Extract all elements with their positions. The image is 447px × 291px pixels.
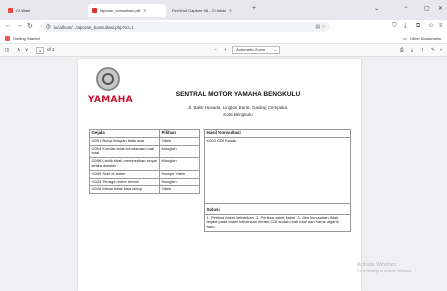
minimize-icon[interactable]: − <box>404 5 408 11</box>
choice-cell: Mungkin <box>159 144 200 159</box>
new-tab-button[interactable]: + <box>252 5 256 12</box>
zoom-in-button[interactable]: + <box>224 47 227 52</box>
table-row: G001 Bunyi letupan tidak ada Yakin <box>89 136 200 146</box>
yamaha-emblem-icon <box>96 67 120 91</box>
bookmark-getting-started[interactable]: Getting Started <box>5 36 40 41</box>
result-header: Hasil Konsultasi <box>204 129 351 138</box>
zoom-value: Automatic Zoom <box>236 47 266 52</box>
zoom-out-button[interactable]: − <box>214 47 217 52</box>
account-icon[interactable]: ☺ <box>428 23 434 29</box>
reload-icon[interactable]: ↻ <box>27 22 33 30</box>
symptom-cell: G004 Kondisi telah kendaraan mati total <box>89 144 160 159</box>
column-header: Pilihan <box>159 129 200 138</box>
table-row: G004 Kondisi telah kendaraan mati total … <box>89 144 200 159</box>
close-tab-icon[interactable]: ✕ <box>143 8 146 13</box>
pen-icon[interactable]: ✎ <box>431 47 435 53</box>
reader-view-icon[interactable]: ▤ ☆ <box>315 24 326 30</box>
print-icon[interactable]: ⎙ <box>400 47 404 52</box>
chevron-down-icon: ⌄ <box>273 47 277 52</box>
download-icon[interactable]: ⤓ <box>411 47 413 52</box>
choice-cell: Hampir Yakin <box>159 169 200 179</box>
table-header-row: Gejala Pilihan <box>89 129 200 138</box>
table-row: G009 Sulit di stater Hampir Yakin <box>89 169 200 179</box>
symptom-cell: G023 Tenaga motor lemah <box>89 177 160 187</box>
document-title: SENTRAL MOTOR YAMAHA BENGKULU <box>175 91 301 98</box>
tab-label: laporan_konsultasi.pdf <box>100 8 141 13</box>
column-header: Gejala <box>89 129 160 138</box>
chevron-down-icon[interactable]: ⌄ <box>374 5 379 12</box>
symptom-cell: G006 Listrik tidak memberikan sinyal ket… <box>89 157 160 171</box>
address-line-2: Kota Bengkulu <box>223 112 253 117</box>
pdf-toolbar: ◫ ∧ ∨ 1 of 1 − + Automatic Zoom ⌄ ⎙ ⤓ I … <box>0 44 447 57</box>
page-number-input[interactable]: 1 <box>36 47 44 54</box>
tab-fireshot[interactable]: FireShot Capture 08 - CI-Wabi ✕ <box>168 4 248 17</box>
tab-laporan-pdf[interactable]: laporan_konsultasi.pdf ✕ <box>88 4 166 17</box>
bookmark-other[interactable]: ▭ Other Bookmarks <box>403 36 441 41</box>
table-header-row: Solusi <box>204 202 351 215</box>
tab-ci-wabi[interactable]: CI-Wabi <box>4 4 34 17</box>
bookmark-label: Other Bookmarks <box>409 36 441 41</box>
previous-page-icon[interactable]: ∧ <box>17 47 20 53</box>
symptom-cell: G009 Sulit di stater <box>89 169 160 179</box>
pdf-icon <box>92 8 97 13</box>
page-total: of 1 <box>47 47 55 52</box>
solution-header: Solusi <box>204 202 351 215</box>
app-icon <box>8 8 13 13</box>
logo-text: YAMAHA <box>88 95 133 105</box>
table-header-row: Hasil Konsultasi <box>204 129 351 138</box>
solution-cell: 1. Periksa kabel kelistrikan. 2. Periksa… <box>204 213 351 232</box>
extensions-icon[interactable]: ⧉ <box>416 23 420 30</box>
tab-label: FireShot Capture 08 - CI-Wabi <box>172 8 226 13</box>
choice-cell: Yakin <box>159 136 200 146</box>
document-address: Jl. Bakti Husada, Lingkar Barat, Gading … <box>138 104 338 118</box>
url-text: localhost/...laporan_konsultasi.php?id=1 <box>53 24 134 30</box>
maximize-icon[interactable]: ▢ <box>424 5 430 12</box>
next-page-icon[interactable]: ∨ <box>25 47 28 53</box>
firefox-icon <box>5 36 10 41</box>
draw-icon[interactable]: I <box>422 47 423 52</box>
pdf-page: YAMAHA SENTRAL MOTOR YAMAHA BENGKULU Jl.… <box>78 59 361 291</box>
shield-icon[interactable]: ⛉ <box>392 23 397 30</box>
result-table: Hasil Konsultasi K003 CDI Rusak Solusi 1… <box>204 129 351 232</box>
close-tab-icon[interactable]: ✕ <box>229 8 232 13</box>
folder-icon: ▭ <box>403 36 407 41</box>
symptom-cell: G001 Bunyi letupan tidak ada <box>89 136 160 146</box>
download-icon[interactable]: ⤓ <box>404 23 407 30</box>
bookmark-label: Getting Started <box>13 36 40 41</box>
symptoms-table: Gejala Pilihan G001 Bunyi letupan tidak … <box>89 129 200 195</box>
result-cell: K003 CDI Rusak <box>204 136 351 204</box>
pdf-viewer[interactable]: YAMAHA SENTRAL MOTOR YAMAHA BENGKULU Jl.… <box>0 57 447 291</box>
choice-cell: Yakin <box>159 185 200 195</box>
tools-menu-icon[interactable]: » <box>440 47 443 52</box>
menu-icon[interactable]: ≡ <box>439 23 443 29</box>
table-row: G023 Tenaga motor lemah Mungkin <box>89 177 200 187</box>
bookmarks-bar: Getting Started ▭ Other Bookmarks <box>0 34 447 44</box>
tab-label: CI-Wabi <box>16 8 31 13</box>
page-info-icon[interactable]: 🛈 <box>46 23 51 31</box>
close-window-icon[interactable]: ✕ <box>438 5 443 12</box>
sidebar-toggle-icon[interactable]: ◫ <box>5 47 9 53</box>
forward-icon[interactable]: → <box>16 22 23 29</box>
activate-windows-watermark: Activate Windows Go to Settings to activ… <box>357 262 412 274</box>
table-row: K003 CDI Rusak <box>204 136 351 204</box>
choice-cell: Mungkin <box>159 157 200 171</box>
address-bar[interactable]: 🛈 localhost/...laporan_konsultasi.php?id… <box>40 22 330 32</box>
symptom-cell: G026 Mesin tidak bisa hidup <box>89 185 160 195</box>
watermark-subtitle: Go to Settings to activate Windows. <box>357 269 413 273</box>
table-row: G006 Listrik tidak memberikan sinyal ket… <box>89 157 200 171</box>
choice-cell: Mungkin <box>159 177 200 187</box>
navigation-bar: ← → ↻ 🛈 localhost/...laporan_konsultasi.… <box>0 20 447 34</box>
table-row: G026 Mesin tidak bisa hidup Yakin <box>89 185 200 195</box>
table-row: 1. Periksa kabel kelistrikan. 2. Periksa… <box>204 213 351 232</box>
address-line-1: Jl. Bakti Husada, Lingkar Barat, Gading … <box>187 105 289 110</box>
browser-tab-bar: CI-Wabi laporan_konsultasi.pdf ✕ FireSho… <box>0 0 447 20</box>
back-icon[interactable]: ← <box>5 22 12 29</box>
zoom-select[interactable]: Automatic Zoom ⌄ <box>232 46 280 54</box>
